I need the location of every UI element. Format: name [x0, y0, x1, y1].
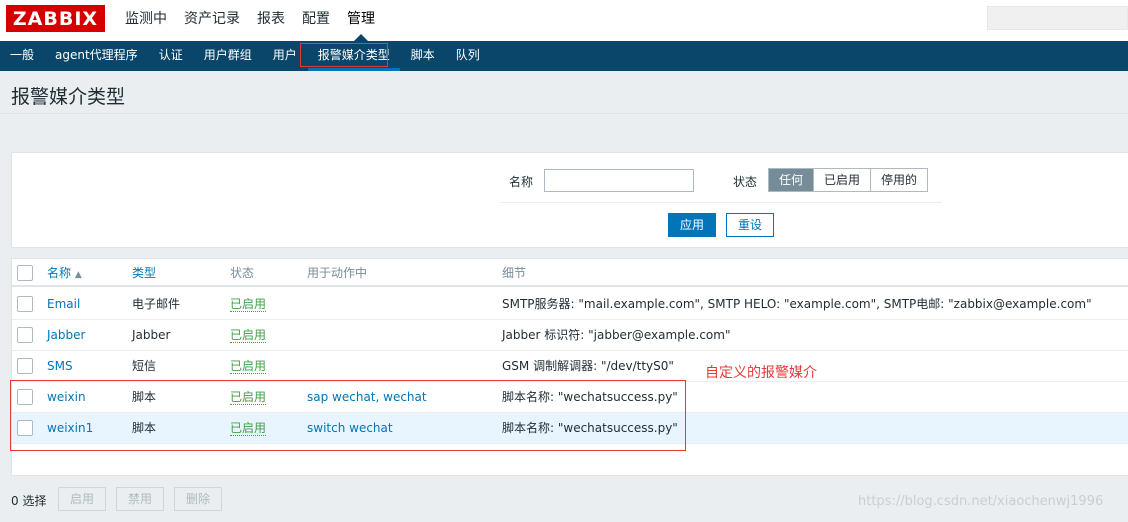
filter-status-label: 状态: [733, 175, 758, 189]
media-types-tab-highlight: [300, 43, 388, 67]
row-details: SMTP服务器: "mail.example.com", SMTP HELO: …: [502, 297, 1092, 311]
row-type: Jabber: [132, 328, 171, 342]
select-all-checkbox[interactable]: [17, 265, 33, 281]
enable-button[interactable]: 启用: [58, 487, 106, 511]
disable-button[interactable]: 禁用: [116, 487, 164, 511]
search-input[interactable]: [987, 6, 1128, 30]
top-nav-inventory[interactable]: 资产记录: [177, 0, 247, 41]
zabbix-logo[interactable]: ZABBIX: [6, 5, 105, 32]
annotation-text: 自定义的报警媒介: [705, 365, 817, 381]
sub-nav-bar: 一般 agent代理程序 认证 用户群组 用户 报警媒介类型 脚本 队列: [0, 41, 1128, 71]
table-row: SMS 短信 已启用 GSM 调制解调器: "/dev/ttyS0": [12, 351, 1128, 382]
header-type[interactable]: 类型: [132, 259, 156, 287]
sort-asc-icon: ▲: [74, 270, 82, 280]
filter-divider: [500, 202, 942, 203]
filter-panel: 名称 状态 任何 已启用 停用的 应用 重设: [11, 152, 1128, 248]
sub-nav-scripts[interactable]: 脚本: [401, 41, 445, 71]
apply-button[interactable]: 应用: [668, 213, 716, 237]
row-status-cell: 已启用: [230, 351, 267, 382]
row-type: 电子邮件: [132, 297, 181, 311]
row-name-link[interactable]: SMS: [47, 351, 73, 382]
row-status-cell: 已启用: [230, 320, 267, 351]
row-status-enabled[interactable]: 已启用: [230, 297, 267, 312]
table-header: 名称 ▲ 类型 状态 用于动作中 细节: [12, 259, 1128, 287]
filter-name-input[interactable]: [544, 169, 694, 192]
title-divider: [0, 113, 1128, 114]
header-used-in-actions: 用于动作中: [307, 266, 368, 280]
row-checkbox[interactable]: [17, 296, 33, 312]
top-bar: ZABBIX 监测中 资产记录 报表 配置 管理: [0, 0, 1128, 41]
table-row: Email 电子邮件 已启用 SMTP服务器: "mail.example.co…: [12, 289, 1128, 320]
header-name-label: 名称: [47, 266, 72, 280]
top-nav-administration[interactable]: 管理: [340, 0, 382, 41]
row-name-link[interactable]: Jabber: [47, 320, 85, 351]
status-enabled-option[interactable]: 已启用: [814, 169, 872, 191]
row-status-enabled[interactable]: 已启用: [230, 328, 267, 343]
filter-name-label: 名称: [509, 175, 534, 189]
filter-status-toggle: 任何 已启用 停用的: [768, 168, 929, 192]
sub-nav-proxies[interactable]: agent代理程序: [45, 41, 148, 71]
header-status: 状态: [230, 266, 255, 280]
custom-media-rows-highlight: [10, 380, 686, 451]
sub-nav-authentication[interactable]: 认证: [149, 41, 193, 71]
row-checkbox[interactable]: [17, 327, 33, 343]
row-status-cell: 已启用: [230, 289, 267, 320]
sub-nav-general[interactable]: 一般: [0, 41, 44, 71]
watermark: https://blog.csdn.net/xiaochenwj1996: [858, 494, 1104, 509]
row-details: GSM 调制解调器: "/dev/ttyS0": [502, 359, 674, 373]
header-details: 细节: [502, 266, 527, 280]
status-disabled-option[interactable]: 停用的: [871, 169, 928, 191]
row-name-link[interactable]: Email: [47, 289, 80, 320]
page-title: 报警媒介类型: [11, 86, 126, 108]
top-nav-reports[interactable]: 报表: [250, 0, 292, 41]
sub-nav-queue[interactable]: 队列: [446, 41, 490, 71]
sub-nav-user-groups[interactable]: 用户群组: [194, 41, 262, 71]
sub-nav: 一般 agent代理程序 认证 用户群组 用户 报警媒介类型 脚本 队列: [0, 41, 491, 71]
reset-button[interactable]: 重设: [726, 213, 774, 237]
top-nav: 监测中 资产记录 报表 配置 管理: [118, 0, 385, 41]
delete-button[interactable]: 删除: [174, 487, 222, 511]
header-name[interactable]: 名称 ▲: [47, 259, 82, 289]
table-row: Jabber Jabber 已启用 Jabber 标识符: "jabber@ex…: [12, 320, 1128, 351]
row-checkbox[interactable]: [17, 358, 33, 374]
row-status-enabled[interactable]: 已启用: [230, 359, 267, 374]
row-details: Jabber 标识符: "jabber@example.com": [502, 328, 731, 342]
top-nav-monitoring[interactable]: 监测中: [118, 0, 174, 41]
top-nav-configuration[interactable]: 配置: [295, 0, 337, 41]
row-type: 短信: [132, 359, 157, 373]
selected-count: 0 选择: [11, 494, 47, 508]
status-any-option[interactable]: 任何: [769, 169, 815, 191]
